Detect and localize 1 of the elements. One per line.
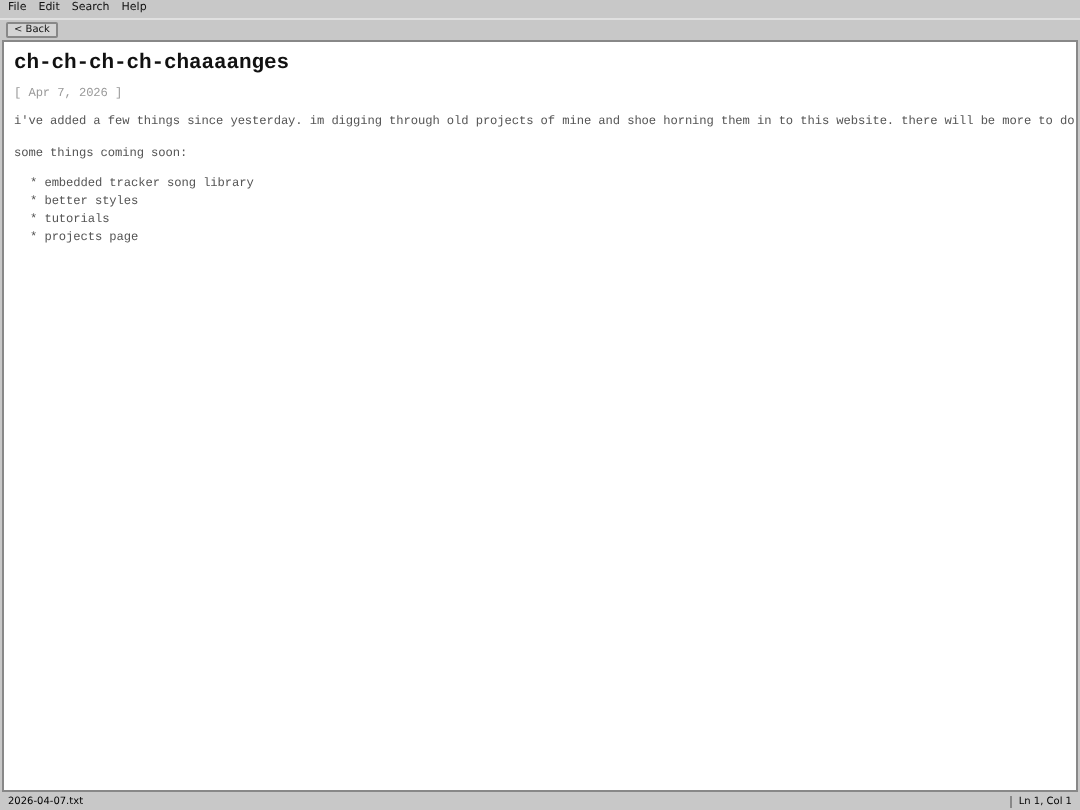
document-title: ch-ch-ch-ch-chaaaanges xyxy=(14,52,292,76)
